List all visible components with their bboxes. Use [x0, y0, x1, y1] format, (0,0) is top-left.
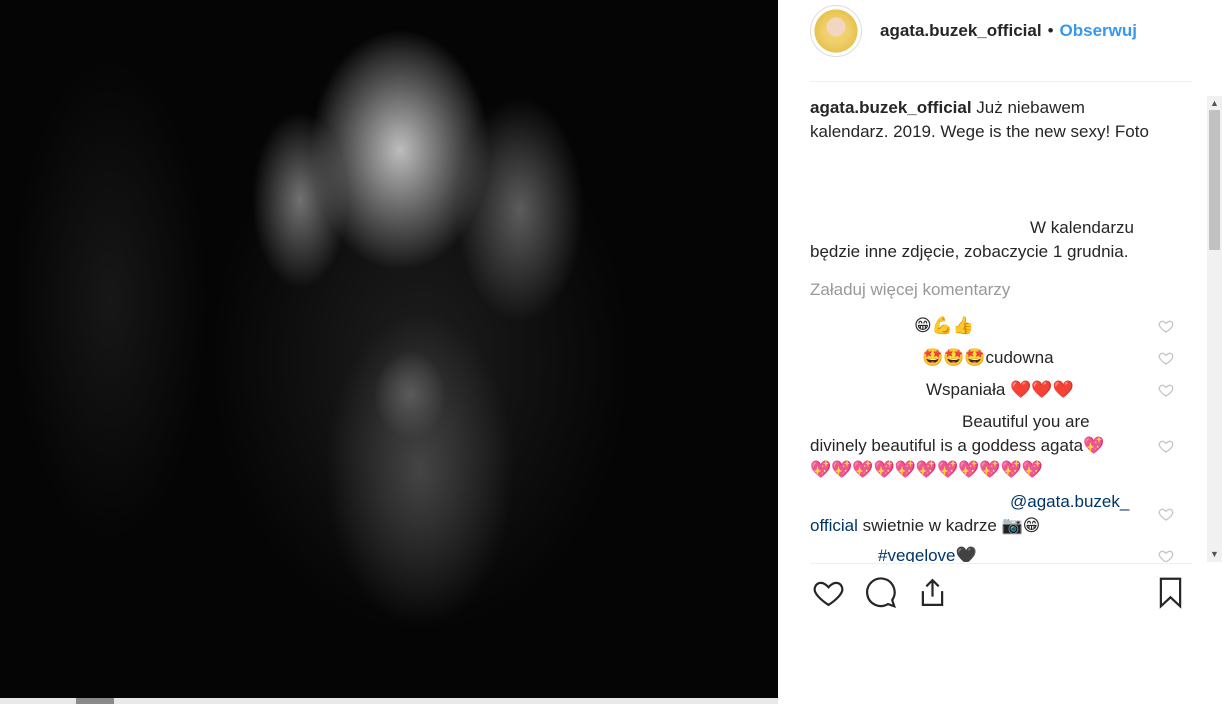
- scroll-up-arrow[interactable]: ▲: [1210, 99, 1219, 108]
- comment-button[interactable]: [862, 574, 898, 610]
- scroll-down-arrow[interactable]: ▼: [1210, 550, 1219, 559]
- comment-item: 🤩🤩🤩cudowna: [810, 346, 1202, 370]
- divider: [810, 563, 1192, 564]
- comment-item: Wspaniała ❤️❤️❤️: [810, 378, 1202, 402]
- comment-text: Beautiful you are: [962, 412, 1090, 431]
- save-button[interactable]: [1152, 574, 1188, 610]
- comment-heart-icon[interactable]: [1158, 438, 1174, 454]
- post-actions: [810, 574, 1188, 614]
- caption-text: kalendarz. 2019. Wege is the new sexy! F…: [810, 122, 1149, 141]
- vertical-scrollbar[interactable]: ▲ ▼: [1207, 96, 1222, 562]
- comment-heart-icon[interactable]: [1158, 350, 1174, 366]
- post-sidebar: agata.buzek_official • Obserwuj agata.bu…: [778, 0, 1222, 704]
- comment-text: divinely beautiful is a goddess agata💖: [810, 436, 1105, 456]
- caption-text: Już niebawem: [976, 98, 1085, 117]
- comment-item: Beautiful you are divinely beautiful is …: [810, 410, 1202, 482]
- follow-button[interactable]: Obserwuj: [1060, 21, 1137, 41]
- comment-item: #vegelove🖤: [810, 544, 1202, 562]
- comments-list[interactable]: agata.buzek_official Już niebawem kalend…: [810, 96, 1202, 562]
- separator-dot: •: [1047, 21, 1054, 40]
- divider: [810, 81, 1192, 82]
- heart-icon: [813, 581, 843, 606]
- caption-username[interactable]: agata.buzek_official: [810, 98, 972, 117]
- load-more-comments-button[interactable]: Załaduj więcej komentarzy: [810, 278, 1010, 302]
- comment-heart-icon[interactable]: [1158, 318, 1174, 334]
- scrollbar-thumb[interactable]: [1209, 110, 1220, 250]
- comment-icon: [865, 576, 896, 608]
- comment-mention[interactable]: @agata.buzek_: [1010, 492, 1129, 511]
- comment-heart-icon[interactable]: [1158, 548, 1174, 562]
- caption-text: W kalendarzu: [1030, 218, 1134, 237]
- comment-text: official swietnie w kadrze 📷😁: [810, 516, 1041, 536]
- comment-text: #vegelove🖤: [878, 546, 977, 562]
- comment-item: @agata.buzek_ official swietnie w kadrze…: [810, 490, 1202, 538]
- comment-text: Wspaniała ❤️❤️❤️: [926, 380, 1074, 400]
- post-photo[interactable]: [0, 0, 800, 704]
- share-button[interactable]: [914, 574, 950, 610]
- horizontal-scrollbar[interactable]: [0, 698, 800, 704]
- comment-text: 🤩🤩🤩cudowna: [922, 348, 1054, 368]
- comment-emoji-row: 💖💖💖💖💖💖💖💖💖💖💖: [810, 460, 1043, 480]
- comment-item: 😁💪👍: [810, 314, 1202, 338]
- post-header: agata.buzek_official • Obserwuj: [810, 4, 1137, 58]
- avatar[interactable]: [810, 5, 862, 57]
- comment-text: 😁💪👍: [914, 316, 975, 336]
- share-icon: [921, 578, 943, 606]
- bookmark-icon: [1159, 577, 1181, 609]
- like-button[interactable]: [810, 574, 846, 610]
- comment-heart-icon[interactable]: [1158, 506, 1174, 522]
- caption-text: będzie inne zdjęcie, zobaczycie 1 grudni…: [810, 242, 1129, 261]
- post-caption: agata.buzek_official Już niebawem kalend…: [810, 96, 1202, 264]
- scrollbar-thumb[interactable]: [76, 698, 114, 704]
- header-username[interactable]: agata.buzek_official: [880, 21, 1042, 41]
- comment-heart-icon[interactable]: [1158, 382, 1174, 398]
